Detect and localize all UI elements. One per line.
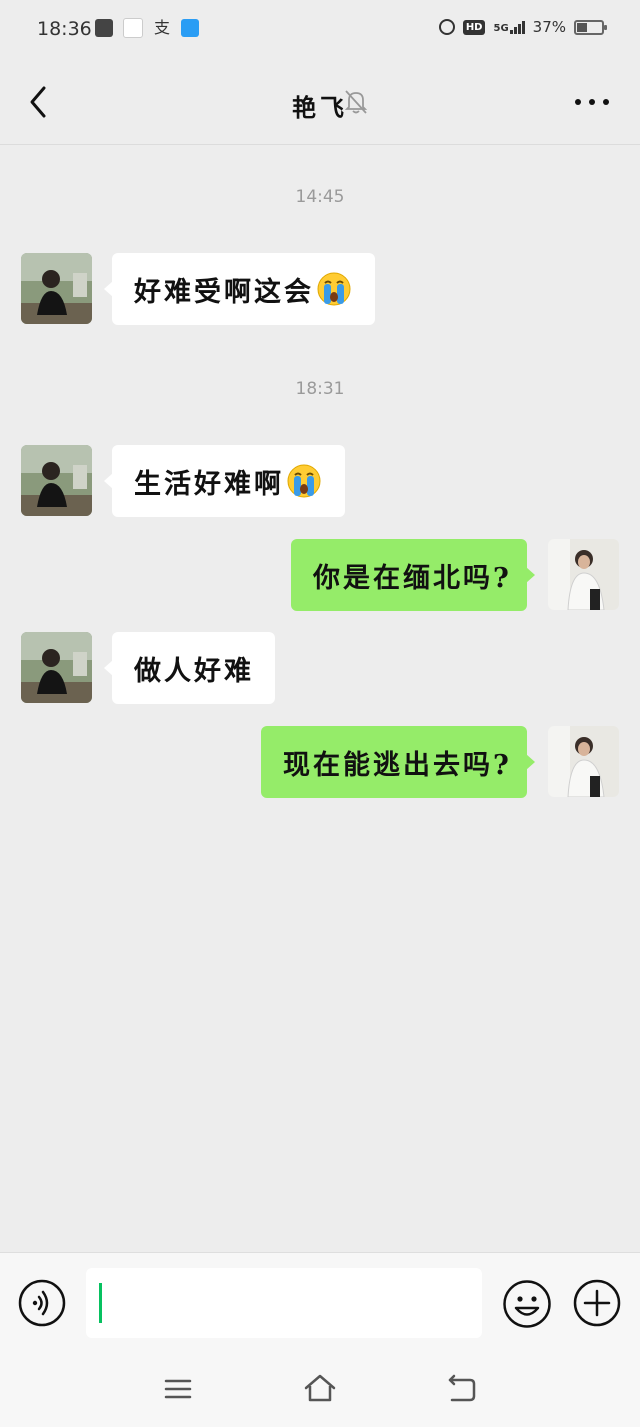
self-avatar[interactable]	[548, 726, 619, 797]
status-time: 18:36	[37, 18, 92, 40]
message-text: 你是在缅北吗?	[313, 562, 512, 594]
crying-face-icon	[317, 272, 351, 306]
contact-avatar[interactable]	[21, 632, 92, 703]
message-bubble-incoming[interactable]: 好难受啊这会	[104, 253, 375, 325]
message-text: 生活好难啊	[134, 468, 284, 500]
eleme-notification-icon	[181, 19, 199, 37]
voice-button[interactable]	[18, 1279, 66, 1327]
contact-avatar[interactable]	[21, 253, 92, 324]
more-horizontal-icon	[575, 99, 609, 105]
hd-badge: HD	[462, 19, 486, 35]
emoji-button[interactable]	[502, 1279, 552, 1329]
back-icon	[448, 1374, 476, 1402]
battery-percent: 37%	[532, 18, 566, 36]
plus-circle-icon	[573, 1279, 621, 1327]
chat-header: 艳飞	[0, 60, 640, 145]
bell-off-icon	[343, 88, 369, 116]
more-actions-button[interactable]	[573, 1279, 621, 1327]
menu-icon	[164, 1379, 192, 1399]
message-input[interactable]	[86, 1268, 482, 1338]
message-bubble-outgoing[interactable]: 现在能逃出去吗?	[261, 726, 535, 798]
contact-avatar[interactable]	[21, 445, 92, 516]
message-text: 现在能逃出去吗?	[283, 749, 512, 781]
alipay-notification-icon: 支	[153, 18, 170, 37]
system-status: HD 5G 37%	[438, 18, 607, 36]
message-bubble-incoming[interactable]: 做人好难	[104, 632, 275, 704]
self-avatar[interactable]	[548, 539, 619, 610]
home-button[interactable]	[302, 1372, 338, 1404]
system-back-button[interactable]	[446, 1374, 478, 1404]
input-bar	[0, 1252, 640, 1353]
timestamp: 18:31	[295, 379, 345, 399]
smiley-icon	[503, 1280, 551, 1328]
crying-face-icon	[287, 464, 321, 498]
notification-icons: 支	[95, 18, 199, 38]
alarm-icon	[438, 19, 455, 35]
recent-apps-button[interactable]	[163, 1376, 193, 1402]
signal-icon: 5G	[493, 20, 525, 34]
message-bubble-incoming[interactable]: 生活好难啊	[104, 445, 345, 517]
network-type: 5G	[493, 22, 509, 34]
text-cursor	[99, 1283, 102, 1323]
battery-icon	[574, 19, 607, 35]
status-bar: 18:36 支 HD 5G 37%	[0, 0, 640, 60]
message-text: 好难受啊这会	[134, 276, 314, 308]
voice-icon	[18, 1279, 66, 1327]
message-text: 做人好难	[134, 655, 254, 687]
home-icon	[304, 1374, 336, 1402]
baidu-notification-icon	[123, 18, 143, 38]
more-button[interactable]	[572, 90, 612, 114]
message-notification-icon	[95, 19, 113, 37]
chat-title: 艳飞	[292, 93, 348, 122]
timestamp: 14:45	[295, 187, 345, 207]
system-nav-bar	[0, 1352, 640, 1427]
message-bubble-outgoing[interactable]: 你是在缅北吗?	[291, 539, 535, 611]
